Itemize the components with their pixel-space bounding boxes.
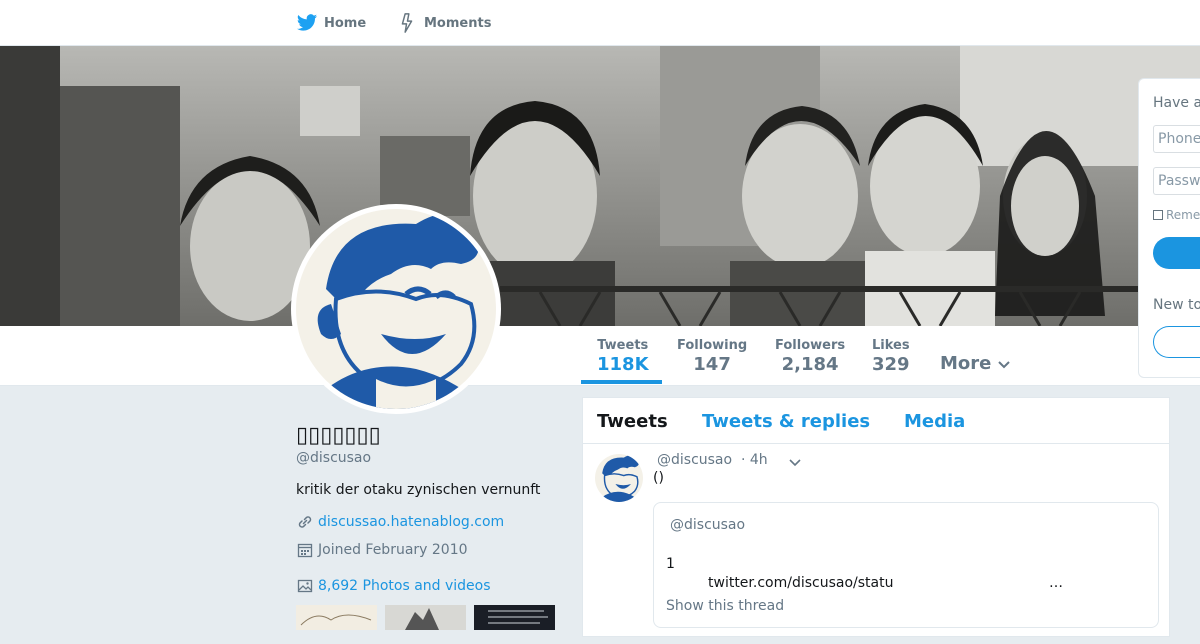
stat-followers-value: 2,184 — [781, 354, 839, 375]
link-icon — [298, 516, 312, 528]
nav-home[interactable]: Home — [296, 12, 366, 34]
login-username-field[interactable]: Phone, email, or username — [1153, 125, 1200, 153]
nav-moments-label: Moments — [424, 15, 492, 31]
stat-following-label: Following — [677, 338, 748, 353]
media-thumbnail[interactable] — [385, 605, 466, 630]
stat-followers-label: Followers — [775, 338, 846, 353]
profile-photos-videos-label: 8,692 Photos and videos — [318, 578, 491, 594]
remember-me-label: Remember me — [1166, 208, 1200, 222]
stat-tweets-value: 118K — [597, 354, 649, 375]
profile-joined-label: Joined February 2010 — [318, 542, 468, 558]
profile-nav-bar: Tweets 118K Following 147 Followers 2,18… — [0, 326, 1200, 386]
stat-following[interactable]: Following 147 — [677, 338, 747, 375]
chevron-down-icon[interactable] — [788, 455, 802, 469]
quoted-tweet-handle: @discusao — [670, 517, 746, 533]
login-panel: Have an account? Phone, email, or userna… — [1138, 78, 1200, 378]
profile-joined: Joined February 2010 — [296, 541, 468, 559]
profile-photos-videos-link[interactable]: 8,692 Photos and videos — [296, 577, 491, 595]
tab-tweets[interactable]: Tweets — [597, 411, 668, 432]
login-password-field[interactable]: Password — [1153, 167, 1200, 195]
login-username-placeholder: Phone, email, or username — [1158, 131, 1200, 147]
top-navigation: Home Moments — [0, 0, 1200, 46]
login-title: Have an account? — [1153, 95, 1200, 111]
lightning-icon — [401, 13, 413, 33]
checkbox-icon — [1153, 210, 1163, 220]
timeline-tabs: Tweets Tweets & replies Media — [583, 398, 1169, 444]
tweet-text: () — [653, 470, 664, 486]
show-thread-link[interactable]: Show this thread — [666, 598, 784, 614]
login-password-placeholder: Password — [1158, 173, 1200, 189]
stat-following-value: 147 — [693, 354, 731, 375]
tab-tweets-and-replies[interactable]: Tweets & replies — [702, 411, 870, 432]
login-button[interactable] — [1153, 237, 1200, 269]
quoted-tweet[interactable]: @discusao 1 twitter.com/discusao/statu …… — [653, 502, 1159, 628]
profile-banner-image — [0, 46, 1200, 326]
nav-home-label: Home — [324, 15, 367, 31]
media-thumbnail[interactable] — [474, 605, 555, 630]
tweet-handle[interactable]: @discusao — [657, 452, 732, 468]
profile-display-name: ▯▯▯▯▯▯▯ — [296, 423, 381, 448]
profile-website[interactable]: discussao.hatenablog.com — [296, 513, 504, 531]
stat-likes-value: 329 — [872, 354, 910, 375]
more-button[interactable]: More — [940, 353, 1011, 374]
stat-likes[interactable]: Likes 329 — [872, 338, 910, 375]
profile-handle: @discusao — [296, 450, 372, 466]
stat-likes-label: Likes — [872, 338, 910, 353]
timeline: Tweets Tweets & replies Media @discusao … — [582, 397, 1170, 637]
more-label: More — [940, 353, 992, 374]
tweet-avatar[interactable] — [595, 454, 643, 502]
quoted-tweet-ellipsis: … — [1049, 575, 1063, 591]
profile-avatar[interactable] — [291, 204, 501, 414]
twitter-bird-icon — [296, 14, 318, 31]
remember-me-checkbox[interactable]: Remember me — [1153, 208, 1200, 222]
new-to-twitter-label: New to Twitter? — [1153, 297, 1200, 313]
tab-media[interactable]: Media — [904, 411, 965, 432]
nav-moments[interactable]: Moments — [396, 12, 491, 34]
signup-button[interactable] — [1153, 326, 1200, 358]
quoted-tweet-link[interactable]: twitter.com/discusao/statu — [708, 575, 893, 591]
stat-tweets[interactable]: Tweets 118K — [597, 338, 649, 375]
stat-followers[interactable]: Followers 2,184 — [775, 338, 845, 375]
avatar-illustration — [296, 209, 496, 409]
stat-tweets-label: Tweets — [597, 338, 649, 353]
tweet[interactable]: @discusao · 4h () @discusao 1 twitter.co… — [583, 444, 1169, 644]
quoted-tweet-number: 1 — [666, 556, 675, 572]
image-icon — [297, 579, 313, 593]
active-stat-underline — [581, 380, 662, 384]
profile-bio: kritik der otaku zynischen vernunft — [296, 482, 541, 498]
chevron-down-icon — [998, 360, 1011, 368]
profile-website-label: discussao.hatenablog.com — [318, 514, 505, 530]
tweet-timestamp[interactable]: · 4h — [741, 452, 768, 468]
calendar-icon — [297, 543, 313, 558]
media-thumbnail[interactable] — [296, 605, 377, 630]
